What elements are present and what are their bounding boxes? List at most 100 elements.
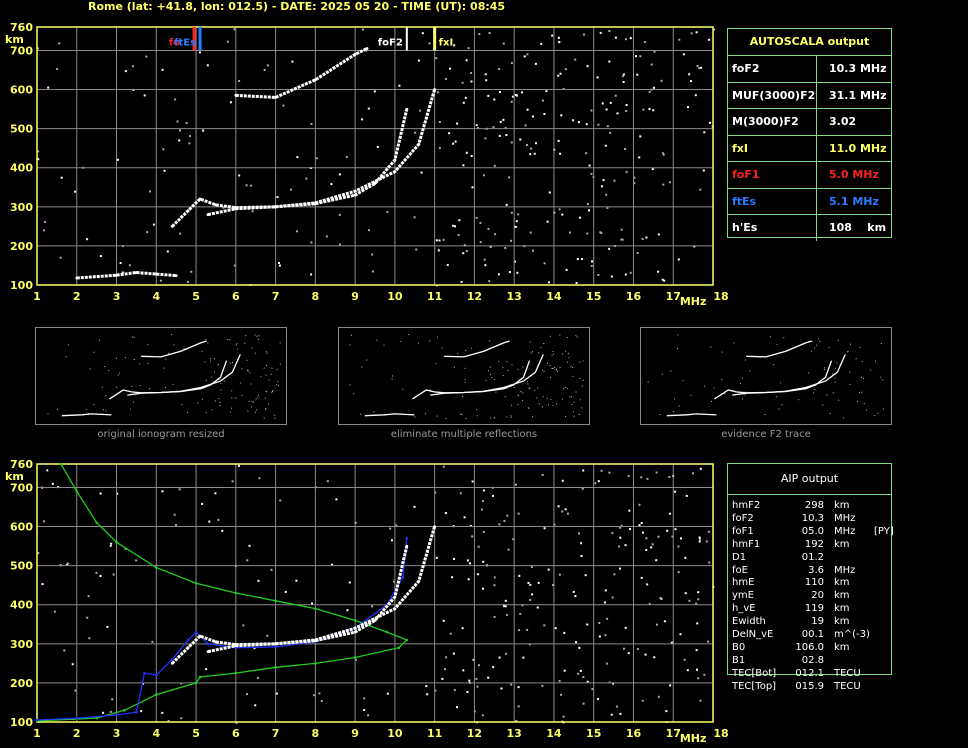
noise-dot [697,591,700,594]
thumb-noise-dot [866,409,868,411]
noise-dot [636,648,639,651]
noise-dot [638,156,641,159]
thumb-noise-dot [565,350,567,352]
trace-point [405,107,409,111]
thumb-noise-dot [733,342,735,344]
thumb-noise-dot [271,367,273,369]
thumb-noise-dot [258,394,259,396]
noise-dot [576,258,579,261]
noise-dot [608,247,611,250]
noise-dot [503,520,506,522]
noise-dot [683,658,686,661]
thumb-noise-dot [204,361,206,363]
noise-dot [53,610,56,613]
trace-point [353,52,357,56]
thumb-noise-dot [518,395,520,397]
thumb-noise-dot [187,411,189,413]
noise-dot [270,568,273,571]
thumb-noise-dot [274,417,276,419]
thumb-noise-dot [235,344,237,346]
trace-point [274,95,277,99]
noise-dot [470,71,473,74]
noise-dot [442,238,445,241]
noise-dot [471,480,474,483]
trace-point [353,193,357,197]
aip-cell: foE [732,564,748,576]
y-tick-label: 300 [10,638,33,651]
thumb-noise-dot [231,407,232,409]
noise-dot [640,522,643,524]
thumb-noise-dot [163,367,165,369]
aip-cell: 298 [804,500,824,511]
thumb-noise-dot [552,367,554,369]
noise-dot [413,505,416,508]
noise-dot [530,565,533,568]
noise-dot [622,81,625,83]
noise-dot [639,135,642,138]
noise-dot [622,75,625,78]
thumb-noise-dot [546,397,548,399]
noise-dot [644,653,647,656]
noise-dot [163,169,166,172]
noise-dot [480,508,483,511]
trace-point [385,630,389,634]
noise-dot [363,697,366,700]
trace-point [115,713,118,717]
thumb-noise-dot [502,375,504,377]
noise-dot [540,42,543,45]
noise-dot [564,68,567,71]
thumb-noise-dot [453,366,455,368]
thumb-noise-dot [569,396,571,398]
aip-cell: D1 [732,551,747,563]
noise-dot [419,109,422,112]
noise-dot [551,34,554,37]
noise-dot [692,472,694,475]
thumb-noise-dot [517,368,519,370]
thumb-noise-dot [366,359,368,361]
thumb-noise-dot [47,413,49,415]
noise-dot [597,698,599,701]
noise-dot [641,699,644,702]
noise-dot [661,278,664,281]
noise-dot [435,57,438,60]
trace-point [234,207,238,211]
thumb-noise-dot [819,340,821,342]
noise-dot [508,176,511,179]
aip-cell [874,668,904,681]
noise-dot [367,714,370,717]
thumb-noise-dot [265,351,267,353]
noise-dot [617,545,620,548]
thumb-noise-dot [255,398,257,400]
noise-dot [330,183,333,186]
noise-dot [494,233,497,236]
noise-dot [563,669,566,672]
noise-dot [311,602,313,605]
noise-dot [226,40,229,43]
thumb-noise-dot [139,363,141,365]
noise-dot [488,280,491,283]
noise-dot [74,190,77,193]
thumb-noise-dot [85,409,87,410]
aip-row: hmF2 298 km [732,500,904,513]
autoscala-row: h'Es 108 km [728,215,891,241]
thumb-noise-dot [780,382,782,384]
noise-dot [669,684,672,687]
noise-dot [583,33,585,36]
noise-dot [541,684,544,687]
thumb-noise-dot [464,379,466,381]
thumb-noise-dot [566,337,568,339]
thumb-noise-dot [532,416,534,418]
noise-dot [590,264,593,267]
x-tick-label: 15 [586,727,601,740]
noise-dot [625,170,628,173]
noise-dot [320,700,323,703]
noise-dot [627,474,630,477]
noise-dot [561,213,564,216]
trace-point [115,540,118,544]
aip-cell: B0 [732,641,746,653]
noise-dot [601,185,603,188]
noise-dot [560,693,562,696]
thumb-noise-dot [506,361,508,363]
marker-label-fxI: fxI [439,37,454,48]
noise-dot [482,489,485,492]
